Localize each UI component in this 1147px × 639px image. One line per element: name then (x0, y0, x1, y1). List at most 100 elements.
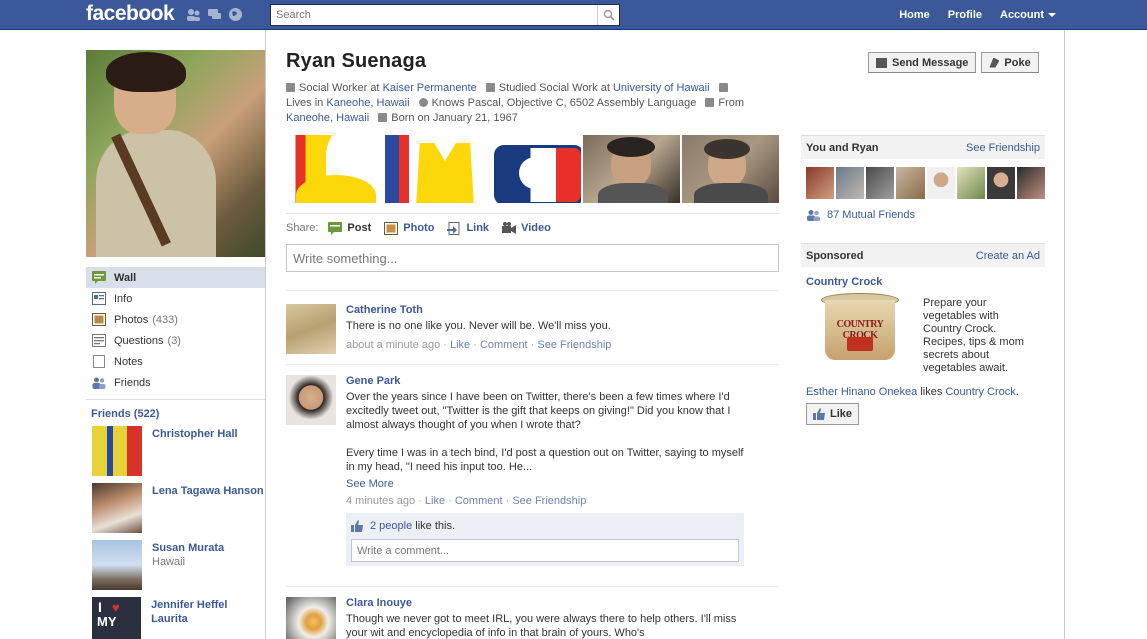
poke-icon (989, 57, 1000, 68)
notification-jewels (186, 7, 243, 22)
friend-photo[interactable] (92, 540, 142, 590)
ad-liker-link[interactable]: Esther Hinano Onekea (806, 386, 917, 398)
friend-item[interactable]: Lena Tagawa Hanson (86, 483, 265, 540)
status-input[interactable]: Write something... (286, 244, 779, 272)
mutual-friend-photo[interactable] (836, 167, 865, 199)
thumbs-up-icon (813, 408, 825, 420)
search-input[interactable] (271, 6, 597, 24)
poster-avatar[interactable] (286, 304, 336, 354)
friends-header[interactable]: Friends (522) (91, 408, 265, 420)
ad-image[interactable]: COUNTRY CROCK (817, 293, 901, 365)
wall-post: Gene Park Over the years since I have be… (286, 364, 779, 586)
share-options: Share: Post Photo Link Video (286, 220, 779, 236)
link-icon (447, 221, 460, 235)
friend-item[interactable]: I ♥ MY Jennifer Heffel Laurita (86, 597, 265, 639)
poster-name[interactable]: Clara Inouye (346, 597, 746, 609)
create-ad-link[interactable]: Create an Ad (976, 250, 1040, 262)
menu-item-wall[interactable]: Wall (86, 267, 265, 288)
post-content: Clara Inouye Though we never got to meet… (346, 597, 746, 639)
recent-photo[interactable] (682, 135, 779, 203)
friend-name[interactable]: Lena Tagawa Hanson (152, 483, 264, 540)
mutual-friend-photo[interactable] (1016, 167, 1045, 199)
mutual-friend-photo[interactable] (866, 167, 895, 199)
likers-link[interactable]: 2 people (370, 520, 412, 532)
send-message-label: Send Message (892, 56, 969, 69)
friend-name[interactable]: Christopher Hall (152, 426, 238, 483)
share-photo-tab[interactable]: Photo (384, 221, 435, 235)
friend-item[interactable]: Susan Murata Hawaii (86, 540, 265, 597)
nav-profile[interactable]: Profile (939, 9, 991, 21)
born-text: Born on January 21, 1967 (391, 112, 518, 124)
friend-photo[interactable] (92, 426, 142, 476)
see-friendship-link[interactable]: See Friendship (537, 339, 611, 351)
friend-item[interactable]: Christopher Hall (86, 426, 265, 483)
mutual-friend-photo[interactable] (896, 167, 925, 199)
share-link-tab[interactable]: Link (447, 221, 489, 235)
recent-photo[interactable] (583, 135, 680, 203)
recent-photo[interactable] (385, 135, 482, 203)
post-timestamp[interactable]: 4 minutes ago (346, 495, 415, 507)
search-button[interactable] (597, 5, 619, 25)
education-link[interactable]: University of Hawaii (613, 82, 710, 94)
share-video-tab[interactable]: Video (502, 221, 551, 235)
menu-item-notes[interactable]: Notes (86, 351, 265, 372)
mutual-friend-photo[interactable] (986, 167, 1015, 199)
poster-avatar[interactable] (286, 375, 336, 425)
questions-count: (3) (167, 334, 181, 347)
friendship-title: You and Ryan (806, 141, 879, 154)
friend-photo[interactable]: I ♥ MY (92, 597, 142, 639)
send-message-button[interactable]: Send Message (868, 52, 977, 73)
post-text: Though we never got to meet IRL, you wer… (346, 613, 737, 639)
menu-item-photos[interactable]: Photos (433) (86, 309, 265, 330)
left-column: Wall Info Photos (433) Questions (3) Notes… (86, 50, 265, 639)
photo-strip (286, 135, 779, 203)
like-link[interactable]: Like (450, 339, 470, 351)
nav-home[interactable]: Home (890, 9, 939, 21)
recent-photo[interactable] (286, 135, 383, 203)
hometown-link[interactable]: Kaneohe, Hawaii (286, 112, 369, 124)
video-camera-icon (502, 221, 517, 234)
see-more-link[interactable]: See More (346, 478, 394, 490)
recent-photo[interactable] (484, 135, 581, 203)
poster-avatar[interactable] (286, 597, 336, 639)
comment-link[interactable]: Comment (480, 339, 528, 351)
ad-liked-link[interactable]: Country Crock (945, 386, 1015, 398)
mutual-friends-link[interactable]: 87 Mutual Friends (806, 209, 1045, 221)
mutual-friend-photo[interactable] (806, 167, 835, 199)
menu-item-questions[interactable]: Questions (3) (86, 330, 265, 351)
mutual-friend-photo[interactable] (926, 167, 955, 199)
messages-icon[interactable] (207, 7, 222, 22)
facebook-logo[interactable]: facebook (86, 2, 175, 26)
nav-account[interactable]: Account (991, 9, 1065, 21)
profile-menu: Wall Info Photos (433) Questions (3) Notes… (86, 267, 265, 400)
ad-title[interactable]: Country Crock (806, 276, 1045, 288)
poster-name[interactable]: Catherine Toth (346, 304, 746, 316)
mutual-friend-photo[interactable] (956, 167, 985, 199)
like-link[interactable]: Like (425, 495, 445, 507)
work-link[interactable]: Kaiser Permanente (383, 82, 477, 94)
comment-link[interactable]: Comment (455, 495, 503, 507)
friend-name[interactable]: Jennifer Heffel Laurita (151, 597, 265, 639)
see-friendship-link[interactable]: See Friendship (966, 142, 1040, 154)
comment-input[interactable]: Write a comment... (351, 539, 739, 562)
poke-button[interactable]: Poke (981, 52, 1039, 73)
menu-item-friends[interactable]: Friends (86, 372, 265, 393)
ad-like-button[interactable]: Like (806, 403, 860, 425)
share-photo-label: Photo (403, 222, 435, 234)
share-post-tab[interactable]: Post (328, 221, 371, 235)
menu-label: Info (114, 292, 133, 305)
mutual-friends-thumbs (806, 167, 1045, 199)
post-timestamp[interactable]: about a minute ago (346, 339, 440, 351)
friend-photo[interactable] (92, 483, 142, 533)
knows-text: Knows Pascal, Objective C, 6502 Assembly… (431, 97, 697, 109)
menu-item-info[interactable]: Info (86, 288, 265, 309)
poster-name[interactable]: Gene Park (346, 375, 746, 387)
friend-name-text[interactable]: Susan Murata (152, 542, 224, 554)
friend-requests-icon[interactable] (186, 7, 201, 22)
profile-picture[interactable] (86, 50, 265, 257)
sponsored-title: Sponsored (806, 249, 864, 262)
notifications-globe-icon[interactable] (228, 7, 243, 22)
lives-link[interactable]: Kaneohe, Hawaii (326, 97, 409, 109)
see-friendship-link[interactable]: See Friendship (512, 495, 586, 507)
friendship-header: You and Ryan See Friendship (801, 135, 1045, 159)
